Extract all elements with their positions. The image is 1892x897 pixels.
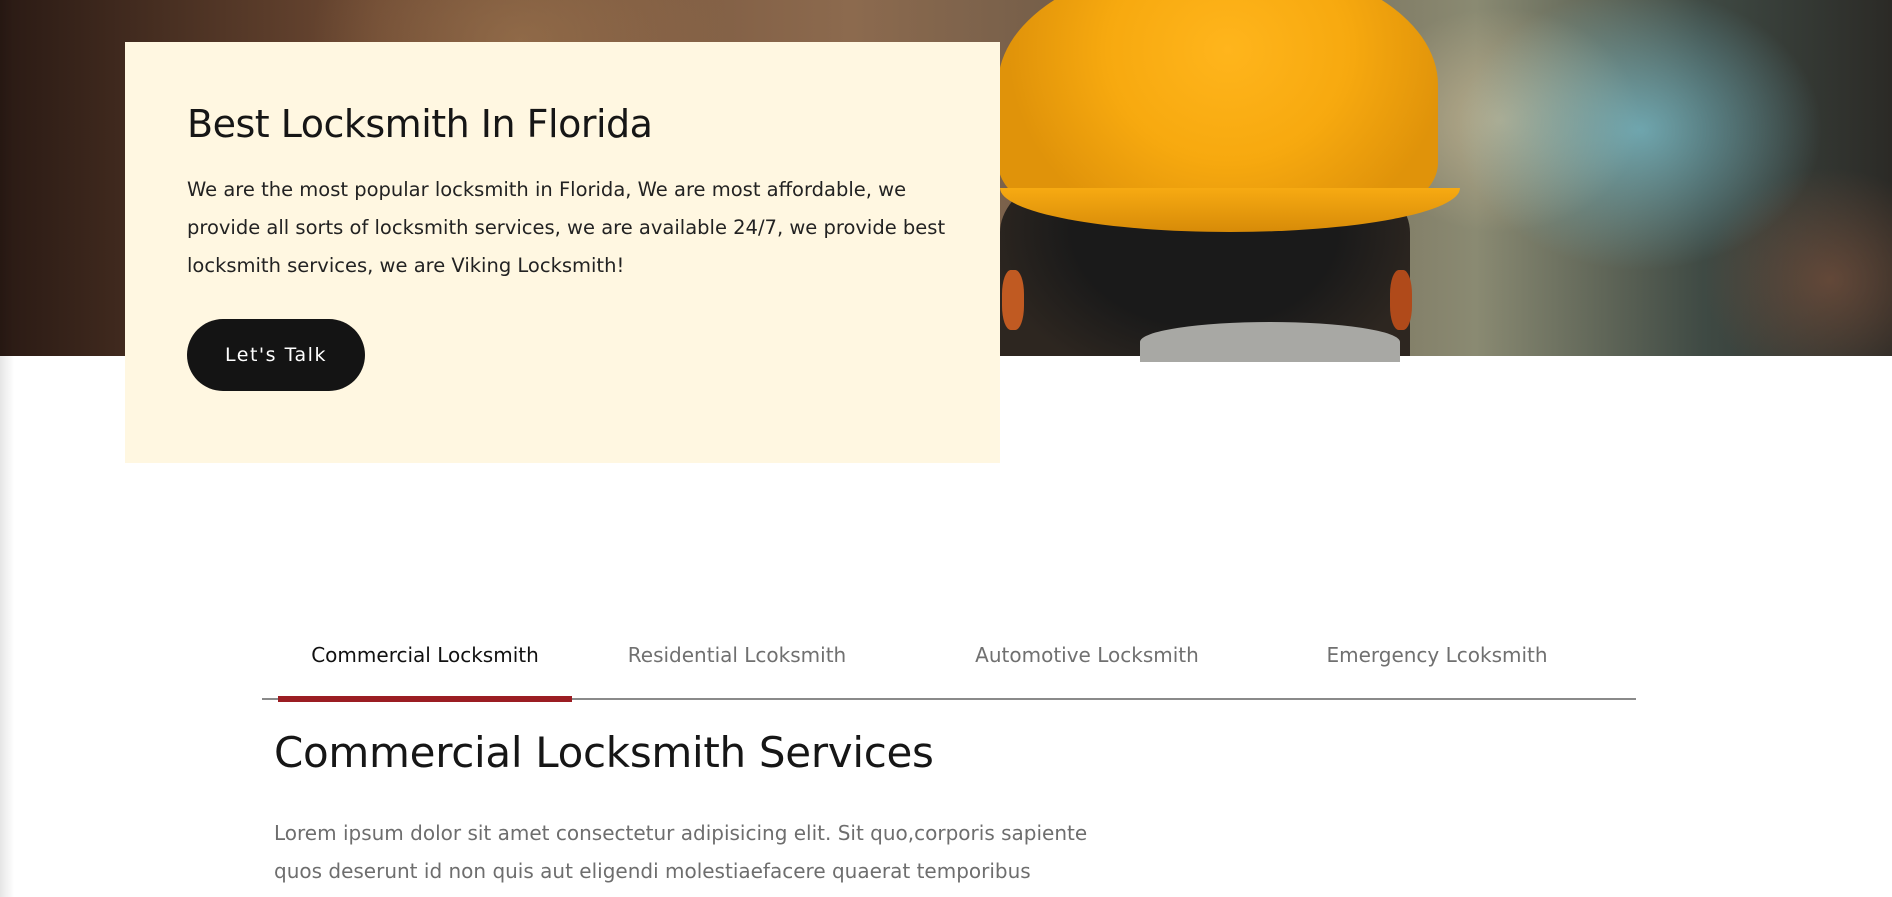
hero-title: Best Locksmith In Florida [187,102,653,146]
hero-description: We are the most popular locksmith in Flo… [187,178,946,278]
worker-collar [1140,322,1400,362]
tab-commercial-locksmith[interactable]: Commercial Locksmith [278,610,572,702]
service-tabs: Commercial Locksmith Residential Lcoksmi… [262,610,1636,702]
hard-hat [998,0,1438,220]
tab-emergency-locksmith[interactable]: Emergency Lcoksmith [1312,610,1562,700]
lets-talk-button[interactable]: Let's Talk [187,319,365,392]
tab-automotive-locksmith[interactable]: Automotive Locksmith [962,610,1212,700]
section-text: Lorem ipsum dolor sit amet consectetur a… [274,821,1088,883]
edge-shadow [0,0,14,897]
tab-residential-locksmith[interactable]: Residential Lcoksmith [612,610,862,700]
worker-ear-right [1390,270,1412,330]
worker-ear-left [1002,270,1024,330]
hero-card: Best Locksmith In Florida We are the mos… [125,42,1000,463]
page: Best Locksmith In Florida We are the mos… [0,0,1892,897]
section-title: Commercial Locksmith Services [274,728,934,777]
